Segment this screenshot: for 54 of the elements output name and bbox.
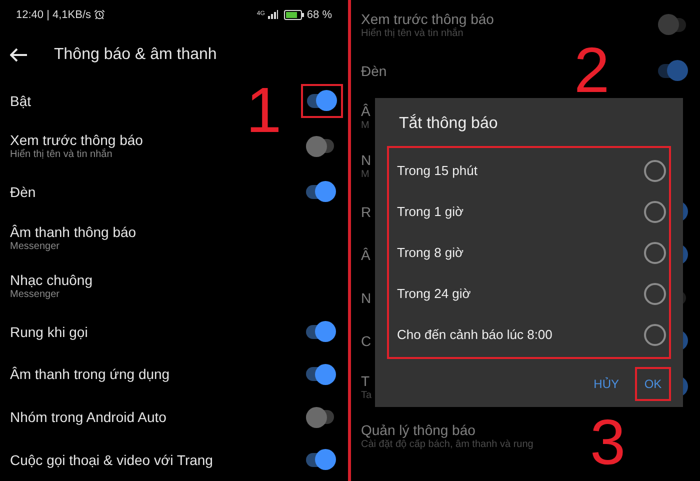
step-number: 1 bbox=[246, 78, 282, 142]
radio-option[interactable]: Cho đến cảnh báo lúc 8:00 bbox=[389, 314, 669, 355]
setting-title: Cuộc gọi thoại & video với Trang bbox=[10, 450, 213, 469]
radio-option[interactable]: Trong 24 giờ bbox=[389, 273, 669, 314]
setting-title: Xem trước thông báo bbox=[361, 10, 494, 27]
setting-title: R bbox=[361, 202, 372, 220]
radio-option[interactable]: Trong 15 phút bbox=[389, 150, 669, 191]
toggle-switch[interactable] bbox=[306, 320, 336, 343]
setting-subtitle: Hiển thị tên và tin nhắn bbox=[361, 28, 464, 40]
setting-subtitle: Messenger bbox=[10, 289, 60, 302]
alarm-icon bbox=[94, 9, 106, 20]
back-arrow-icon[interactable] bbox=[10, 48, 28, 62]
setting-title: Đèn bbox=[10, 182, 36, 201]
radio-option[interactable]: Trong 1 giờ bbox=[389, 191, 669, 232]
setting-title: Đèn bbox=[361, 62, 387, 80]
setting-title: T bbox=[361, 372, 371, 390]
toggle-switch[interactable] bbox=[306, 363, 336, 386]
setting-title: Âm thanh trong ứng dụng bbox=[10, 365, 170, 384]
toggle-switch[interactable] bbox=[658, 60, 688, 82]
toggle-switch[interactable] bbox=[306, 180, 336, 203]
dialog-button[interactable]: HỦY bbox=[592, 375, 621, 393]
toggle-switch[interactable] bbox=[658, 14, 688, 36]
setting-title: Bật bbox=[10, 92, 32, 110]
setting-title: N bbox=[361, 288, 372, 306]
setting-subtitle: Messenger bbox=[10, 240, 60, 253]
battery-level: 68 % bbox=[306, 8, 332, 23]
signal-icon bbox=[268, 10, 278, 20]
setting-title: Âm thanh thông báo bbox=[10, 222, 136, 241]
dialog-button[interactable]: OK bbox=[642, 375, 664, 393]
setting-subtitle: Cài đặt độ cấp bách, âm thanh và rung bbox=[361, 438, 534, 450]
toggle-switch[interactable] bbox=[306, 406, 336, 428]
setting-title: Â bbox=[361, 246, 370, 264]
battery-icon bbox=[284, 10, 304, 20]
setting-subtitle: Hiển thị tên và tin nhắn bbox=[10, 149, 114, 162]
setting-subtitle: M bbox=[361, 168, 370, 180]
radio-option[interactable]: Trong 8 giờ bbox=[389, 232, 669, 273]
dialog-title: Tắt thông báo bbox=[398, 113, 499, 134]
step-number: 2 bbox=[574, 38, 610, 102]
setting-subtitle: M bbox=[361, 120, 370, 132]
setting-title: Nhạc chuông bbox=[10, 271, 93, 290]
setting-subtitle: Ta bbox=[361, 390, 372, 402]
setting-title: Quản lý thông báo bbox=[361, 420, 476, 438]
setting-title: Nhóm trong Android Auto bbox=[10, 408, 166, 426]
screen-title: Thông báo & âm thanh bbox=[54, 44, 217, 65]
setting-title: Xem trước thông báo bbox=[10, 131, 143, 148]
setting-title: Rung khi gọi bbox=[10, 322, 88, 341]
setting-title: Â bbox=[361, 102, 370, 120]
toggle-switch[interactable] bbox=[306, 135, 336, 158]
setting-title: C bbox=[361, 332, 372, 350]
toggle-switch[interactable] bbox=[307, 90, 337, 112]
toggle-switch[interactable] bbox=[306, 448, 336, 471]
setting-title: N bbox=[361, 150, 372, 168]
status-time: 12:40 | 4,1KB/s bbox=[16, 8, 92, 23]
step-number: 3 bbox=[590, 410, 626, 474]
